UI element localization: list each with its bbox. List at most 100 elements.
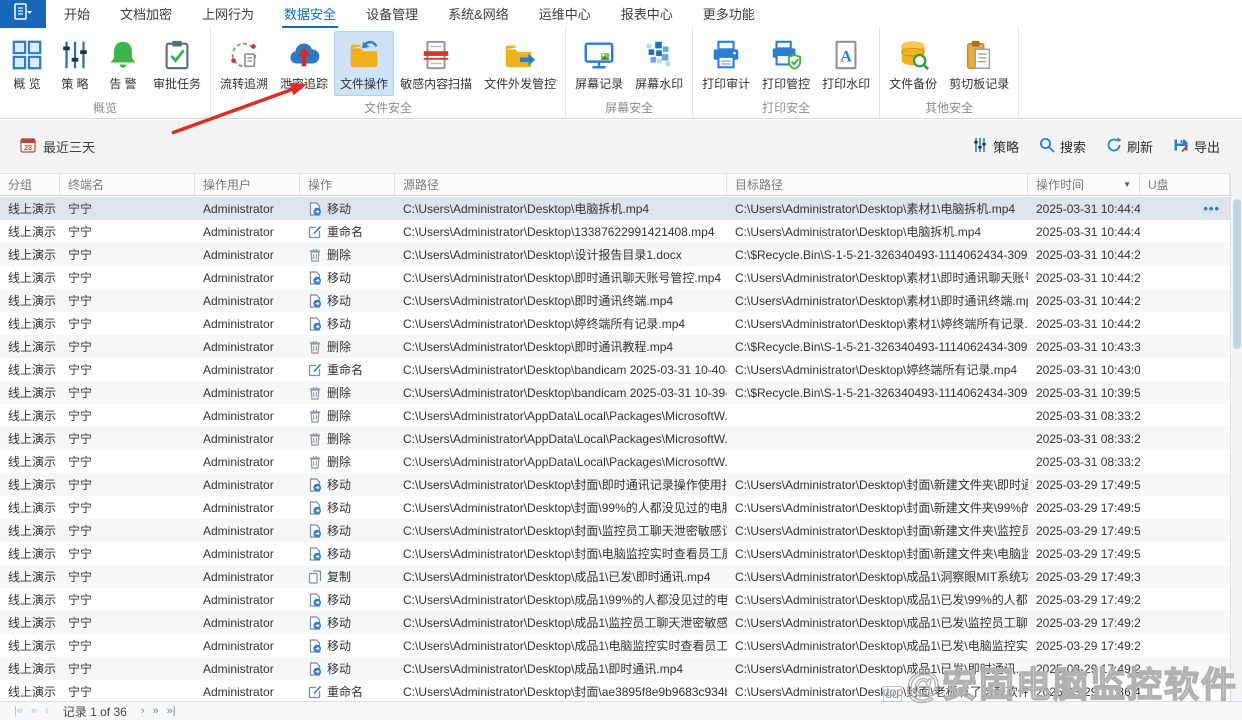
- table-row[interactable]: 线上演示 宁宁 Administrator 删除 C:\Users\Administra…: [0, 404, 1230, 427]
- print-watermark-button[interactable]: A 打印水印: [816, 31, 876, 96]
- table-row[interactable]: 线上演示 宁宁 Administrator 删除 C:\Users\Administra…: [0, 243, 1230, 266]
- menu-tab[interactable]: 系统&网络: [446, 0, 511, 28]
- menu-tab[interactable]: 更多功能: [701, 0, 757, 28]
- cell-operation: 移动: [300, 289, 395, 312]
- menu-tab[interactable]: 数据安全: [282, 0, 339, 28]
- circulation-trace-button[interactable]: 流转追溯: [214, 31, 274, 96]
- search-button[interactable]: 搜索: [1039, 137, 1086, 156]
- column-header-usb[interactable]: U盘: [1140, 174, 1230, 195]
- table-row[interactable]: 线上演示 宁宁 Administrator 复制 C:\Users\Administra…: [0, 565, 1230, 588]
- column-header-terminal[interactable]: 终端名: [60, 174, 195, 195]
- table-row[interactable]: 线上演示 宁宁 Administrator 移动 C:\Users\Administra…: [0, 289, 1230, 312]
- file-backup-button[interactable]: 文件备份: [883, 31, 943, 96]
- fast-prev-button[interactable]: «: [27, 705, 41, 717]
- cell-time: 2025-03-29 17:49:20: [1036, 638, 1140, 653]
- table-row[interactable]: 线上演示 宁宁 Administrator 移动 C:\Users\Administra…: [0, 657, 1230, 680]
- table-row[interactable]: 线上演示 宁宁 Administrator 移动 C:\Users\Administra…: [0, 312, 1230, 335]
- table-row[interactable]: 线上演示 宁宁 Administrator 删除 C:\Users\Administra…: [0, 335, 1230, 358]
- file-outgoing-button[interactable]: 文件外发管控: [478, 31, 562, 96]
- operation-label: 移动: [327, 317, 352, 331]
- table-row[interactable]: 线上演示 宁宁 Administrator 删除 C:\Users\Administra…: [0, 450, 1230, 473]
- column-header-time[interactable]: 操作时间 ▼: [1028, 174, 1140, 195]
- approval-tasks-button[interactable]: 审批任务: [147, 31, 207, 96]
- table-row[interactable]: 线上演示 宁宁 Administrator 移动 C:\Users\Administra…: [0, 519, 1230, 542]
- scrollbar-thumb[interactable]: [1233, 199, 1241, 349]
- sensitive-scan-button[interactable]: 敏感内容扫描: [394, 31, 478, 96]
- sliders-button[interactable]: 策略: [972, 137, 1019, 156]
- cell-time: 2025-03-31 10:44:45: [1036, 201, 1140, 216]
- leak-trace-button[interactable]: 泄密追踪: [274, 31, 334, 96]
- cell-operation: 重命名: [300, 220, 395, 243]
- table-body: 线上演示 宁宁 Administrator 移动 C:\Users\Administra…: [0, 197, 1230, 703]
- menu-tab[interactable]: 运维中心: [537, 0, 593, 28]
- next-record-button[interactable]: ›: [137, 705, 149, 717]
- table-row[interactable]: 线上演示 宁宁 Administrator 移动 C:\Users\Administra…: [0, 496, 1230, 519]
- refresh-button[interactable]: 刷新: [1106, 137, 1153, 156]
- print-control-button[interactable]: 打印管控: [756, 31, 816, 96]
- fast-next-button[interactable]: »: [149, 705, 163, 717]
- cell-time: 2025-03-31 10:44:28: [1036, 247, 1140, 262]
- clipboard-record-button[interactable]: 剪切板记录: [943, 31, 1015, 96]
- table-row[interactable]: 线上演示 宁宁 Administrator 移动 C:\Users\Administra…: [0, 197, 1230, 220]
- table-row[interactable]: 线上演示 宁宁 Administrator 重命名 C:\Users\Administr…: [0, 220, 1230, 243]
- column-header-label: 目标路径: [735, 178, 784, 192]
- toolbar-actions: 策略 搜索 刷新 导出: [972, 137, 1220, 156]
- table-row[interactable]: 线上演示 宁宁 Administrator 删除 C:\Users\Administra…: [0, 381, 1230, 404]
- menu-tab[interactable]: 报表中心: [619, 0, 675, 28]
- table-row[interactable]: 线上演示 宁宁 Administrator 移动 C:\Users\Administra…: [0, 473, 1230, 496]
- cell-source: C:\Users\Administrator\Desktop\封面\监控员工聊天…: [403, 524, 727, 538]
- move-icon: [308, 523, 322, 538]
- file-operation-button[interactable]: 文件操作: [334, 31, 395, 96]
- table-row[interactable]: 线上演示 宁宁 Administrator 移动 C:\Users\Administra…: [0, 634, 1230, 657]
- table-row[interactable]: 线上演示 宁宁 Administrator 移动 C:\Users\Administra…: [0, 542, 1230, 565]
- menu-bar: 开始 文档加密 上网行为 数据安全 设备管理 系统&网络 运维中心 报表中心 更多功能: [0, 0, 1242, 28]
- column-header-source[interactable]: 源路径: [395, 174, 727, 195]
- screen-watermark-button[interactable]: 屏幕水印: [629, 31, 689, 96]
- table-row[interactable]: 线上演示 宁宁 Administrator 删除 C:\Users\Administra…: [0, 427, 1230, 450]
- menu-tab[interactable]: 开始: [62, 0, 92, 28]
- column-header-group[interactable]: 分组: [0, 174, 60, 195]
- menu-tab[interactable]: 文档加密: [118, 0, 174, 28]
- operation-label: 删除: [327, 386, 352, 400]
- prev-record-button[interactable]: ‹: [41, 705, 53, 717]
- column-header-target[interactable]: 目标路径: [727, 174, 1028, 195]
- vertical-scrollbar[interactable]: [1230, 173, 1242, 702]
- column-header-operation[interactable]: 操作: [300, 174, 395, 195]
- delete-icon: [308, 432, 322, 446]
- cell-target: C:\Users\Administrator\Desktop\成品1\洞察眼MI…: [735, 570, 1028, 584]
- cell-terminal: 宁宁: [68, 639, 93, 653]
- menu-tab[interactable]: 设备管理: [364, 0, 420, 28]
- cell-source: C:\Users\Administrator\Desktop\封面\电脑监控实时…: [403, 547, 727, 561]
- cell-time: 2025-03-31 10:44:20: [1036, 316, 1140, 331]
- operation-label: 删除: [327, 432, 352, 446]
- table-row[interactable]: 线上演示 宁宁 Administrator 移动 C:\Users\Administra…: [0, 266, 1230, 289]
- table-row[interactable]: 线上演示 宁宁 Administrator 移动 C:\Users\Administra…: [0, 611, 1230, 634]
- column-header-label: 分组: [8, 178, 33, 192]
- export-button[interactable]: 导出: [1173, 137, 1220, 156]
- cell-source: C:\Users\Administrator\Desktop\成品1\99%的人…: [403, 593, 727, 607]
- cell-usb: [1140, 565, 1230, 588]
- cell-group: 线上演示: [8, 524, 57, 538]
- table-row[interactable]: 线上演示 宁宁 Administrator 移动 C:\Users\Administra…: [0, 588, 1230, 611]
- date-range-filter[interactable]: 23 最近三天: [20, 137, 95, 156]
- table-row[interactable]: 线上演示 宁宁 Administrator 重命名 C:\Users\Administr…: [0, 680, 1230, 703]
- alert-button[interactable]: 告 警: [99, 31, 147, 96]
- cell-operation: 删除: [300, 404, 395, 427]
- row-actions-menu[interactable]: •••: [1203, 197, 1220, 220]
- cell-terminal: 宁宁: [68, 685, 93, 699]
- app-menu-button[interactable]: [0, 0, 46, 28]
- cell-operation: 移动: [300, 611, 395, 634]
- file-operation-icon: [346, 37, 382, 73]
- table-row[interactable]: 线上演示 宁宁 Administrator 重命名 C:\Users\Administr…: [0, 358, 1230, 381]
- menu-tab[interactable]: 上网行为: [200, 0, 256, 28]
- column-header-user[interactable]: 操作用户: [195, 174, 300, 195]
- overview-button[interactable]: 概 览: [3, 31, 51, 96]
- policy-button[interactable]: 策 略: [51, 31, 99, 96]
- print-audit-button[interactable]: 打印审计: [696, 31, 756, 96]
- last-page-button[interactable]: »|: [163, 705, 180, 717]
- cell-group: 线上演示: [8, 616, 57, 630]
- cell-time: 2025-03-29 17:36:44: [1036, 684, 1140, 699]
- first-page-button[interactable]: |«: [10, 705, 27, 717]
- screen-record-button[interactable]: 屏幕记录: [569, 31, 629, 96]
- ribbon-button-label: 文件操作: [340, 77, 389, 91]
